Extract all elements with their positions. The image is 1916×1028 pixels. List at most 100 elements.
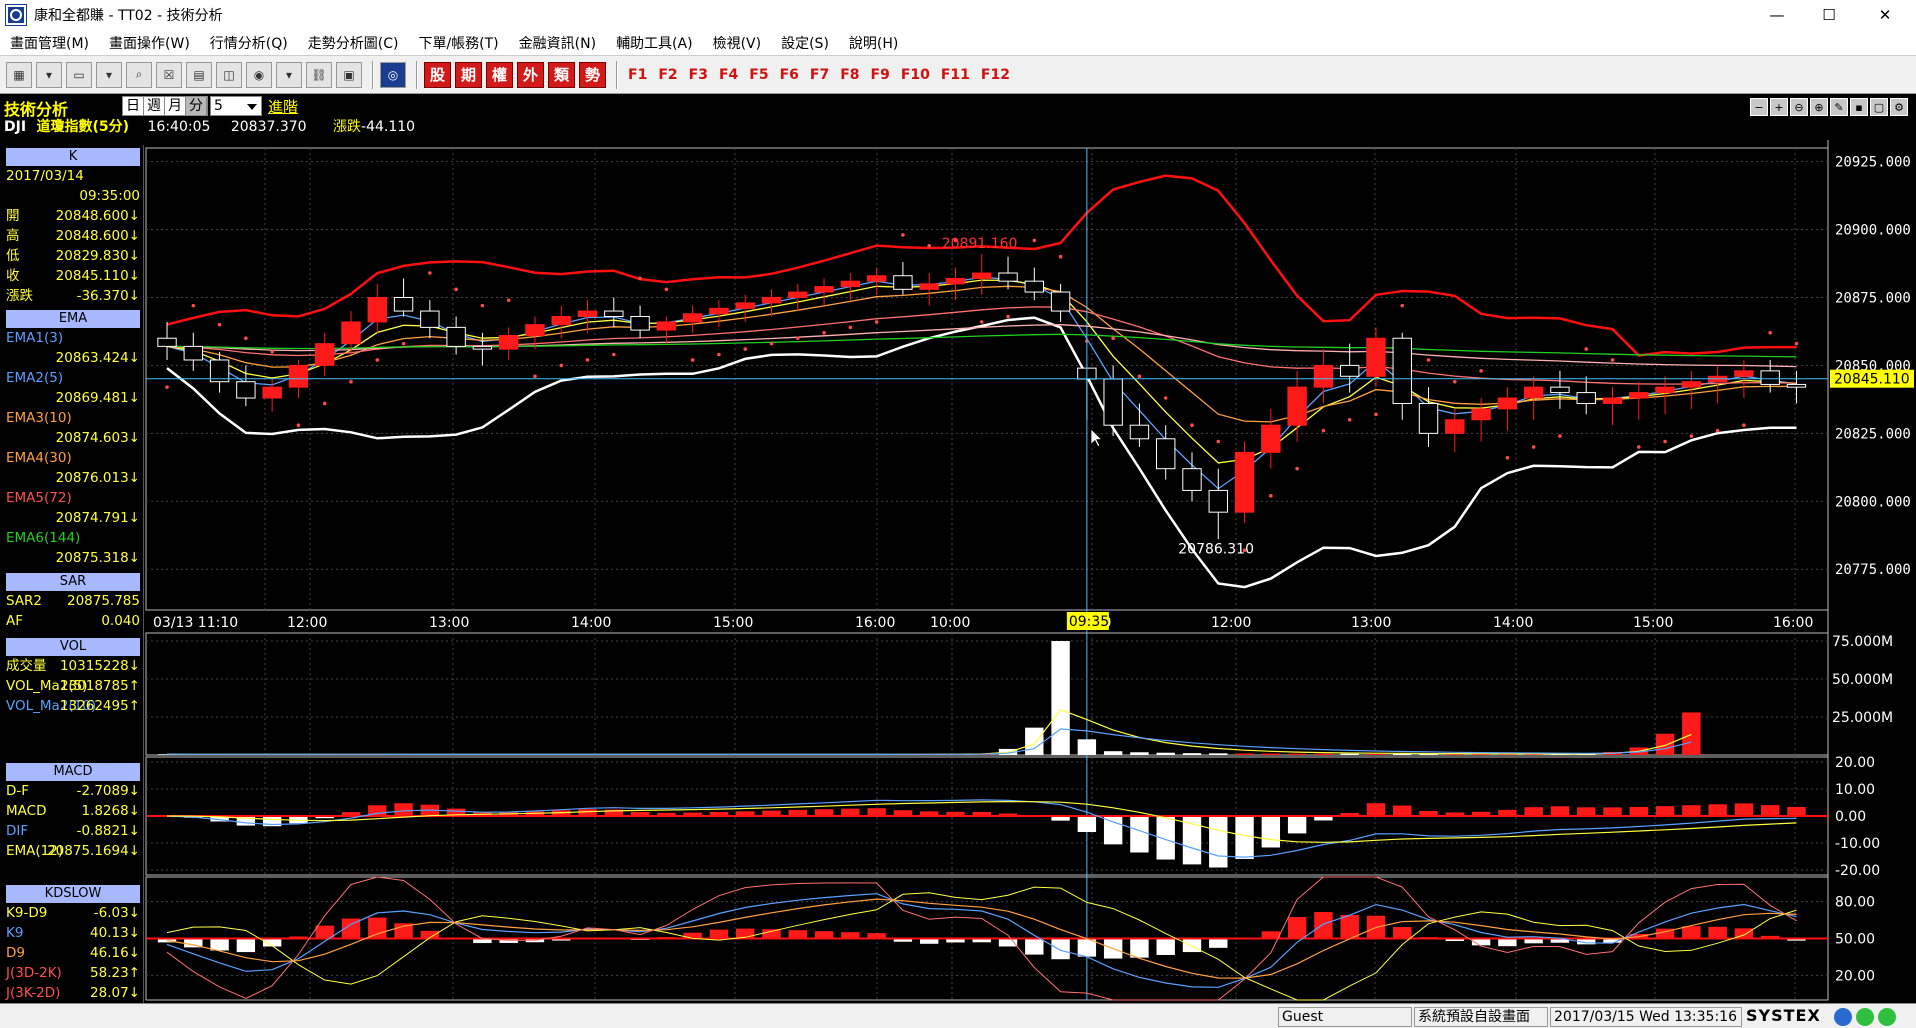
function-key-f12[interactable]: F12 <box>981 67 1010 83</box>
magnify-plus-icon[interactable]: ⊕ <box>1810 98 1828 116</box>
kd-histogram-bar <box>1051 938 1070 960</box>
systex-icon[interactable]: ◎ <box>380 61 406 88</box>
candle-body <box>1497 397 1518 410</box>
sar-dot <box>428 271 432 275</box>
zoom-in-icon[interactable]: + <box>1770 98 1788 116</box>
maximize-button[interactable]: ☐ <box>1806 0 1852 30</box>
menu-item[interactable]: 畫面管理(M) <box>0 33 99 53</box>
draw-icon[interactable]: ✎ <box>1830 98 1848 116</box>
volume-bar <box>1182 753 1202 755</box>
cursor-price-label: 20845.110 <box>1834 372 1910 388</box>
market-button[interactable]: 權 <box>486 61 513 88</box>
chart-window-icon[interactable]: ▣ <box>336 61 362 88</box>
kd-histogram-bar <box>1708 926 1727 939</box>
settings-icon[interactable]: ⚙ <box>1890 98 1908 116</box>
advanced-link[interactable]: 進階 <box>268 96 298 117</box>
function-key-f8[interactable]: F8 <box>840 67 859 83</box>
period-value-select[interactable]: 5 <box>210 96 262 116</box>
link-icon[interactable]: ⛓ <box>306 61 332 88</box>
kd-histogram-bar <box>1156 938 1175 955</box>
function-key-f1[interactable]: F1 <box>628 67 647 83</box>
market-button[interactable]: 外 <box>517 61 544 88</box>
menu-item[interactable]: 檢視(V) <box>703 33 772 53</box>
sar-dot <box>1558 434 1562 438</box>
title-bar: 康和全都賺 - TT02 - 技術分析 — ☐ ✕ <box>0 0 1916 30</box>
kd-histogram-bar <box>1314 912 1333 939</box>
period-tab[interactable]: 日 <box>123 97 144 115</box>
save-icon[interactable]: ▪ <box>1850 98 1868 116</box>
function-key-f4[interactable]: F4 <box>719 67 738 83</box>
menu-item[interactable]: 行情分析(Q) <box>200 33 298 53</box>
function-key-f11[interactable]: F11 <box>941 67 970 83</box>
kd-histogram-bar <box>1498 938 1517 947</box>
macd-histogram-bar <box>1734 803 1754 816</box>
function-key-f10[interactable]: F10 <box>901 67 930 83</box>
sar-dot <box>1058 254 1063 259</box>
volume-bar <box>1103 751 1123 755</box>
menu-item[interactable]: 畫面操作(W) <box>99 33 200 53</box>
menu-item[interactable]: 輔助工具(A) <box>606 33 703 53</box>
close-window-icon[interactable]: ☒ <box>156 61 182 88</box>
layout-icon[interactable]: ▦ <box>6 61 32 88</box>
market-button[interactable]: 股 <box>424 61 451 88</box>
split-icon[interactable]: ◫ <box>216 61 242 88</box>
sar-dot <box>822 331 826 335</box>
search-icon[interactable]: ⌕ <box>126 61 152 88</box>
high-price-label: 20891.160 <box>942 236 1018 252</box>
sar-dot <box>1400 303 1405 308</box>
time-tick: 03/13 11:10 <box>153 615 238 631</box>
function-key-f6[interactable]: F6 <box>780 67 799 83</box>
candle-body <box>1760 370 1780 385</box>
window-icon[interactable]: ▢ <box>1870 98 1888 116</box>
macd-histogram-bar <box>1603 807 1622 816</box>
function-key-f9[interactable]: F9 <box>871 67 890 83</box>
brand-logo: SYSTEX <box>1746 1006 1821 1025</box>
candle-body <box>1418 402 1439 434</box>
dropdown-icon[interactable]: ▾ <box>96 61 122 88</box>
candle-body <box>682 313 703 323</box>
coin-icon[interactable]: ◉ <box>246 61 272 88</box>
sar-dot <box>1794 341 1799 346</box>
monitor-icon[interactable]: ▭ <box>66 61 92 88</box>
menu-item[interactable]: 走勢分析圖(C) <box>298 33 409 53</box>
kd-histogram-bar <box>762 929 781 939</box>
zoom-out-icon[interactable]: − <box>1750 98 1768 116</box>
candle-body <box>1129 424 1150 440</box>
function-key-f7[interactable]: F7 <box>810 67 829 83</box>
sar-dot <box>1216 439 1221 444</box>
function-key-f2[interactable]: F2 <box>658 67 677 83</box>
candle-body <box>866 275 887 282</box>
macd-tick: 10.00 <box>1835 782 1875 798</box>
network-icon[interactable] <box>1834 1008 1852 1026</box>
sar-dot <box>612 352 616 357</box>
period-tab[interactable]: 月 <box>165 97 186 115</box>
period-tab[interactable]: 週 <box>144 97 165 115</box>
macd-tick: -20.00 <box>1835 863 1880 879</box>
sar-dot <box>1715 428 1720 433</box>
function-key-f3[interactable]: F3 <box>689 67 708 83</box>
minimize-button[interactable]: — <box>1754 0 1800 30</box>
magnify-minus-icon[interactable]: ⊖ <box>1790 98 1808 116</box>
menu-item[interactable]: 下單/帳務(T) <box>408 33 508 53</box>
candle-body <box>420 310 440 328</box>
market-button[interactable]: 期 <box>455 61 482 88</box>
macd-histogram-bar <box>1287 816 1307 834</box>
dropdown-icon[interactable]: ▾ <box>276 61 302 88</box>
function-key-f5[interactable]: F5 <box>749 67 768 83</box>
sar-dot <box>638 276 642 281</box>
market-button[interactable]: 類 <box>548 61 575 88</box>
tile-icon[interactable]: ▤ <box>186 61 212 88</box>
menu-item[interactable]: 說明(H) <box>839 33 908 53</box>
menu-item[interactable]: 設定(S) <box>771 33 839 53</box>
chart-header: 技術分析 日週月分 5 進階 DJI 道瓊指數(5分) 16:40:05 208… <box>0 94 1916 140</box>
dropdown-icon[interactable]: ▾ <box>36 61 62 88</box>
volume-ma2-line <box>166 728 1692 755</box>
candle-body <box>236 381 256 399</box>
chart-area[interactable]: 20925.00020900.00020875.00020850.0002082… <box>0 140 1916 1003</box>
quote-price: 20837.370 <box>230 119 307 135</box>
period-tab[interactable]: 分 <box>186 97 207 115</box>
menu-item[interactable]: 金融資訊(N) <box>509 33 606 53</box>
close-button[interactable]: ✕ <box>1862 0 1908 30</box>
market-button[interactable]: 勢 <box>579 61 606 88</box>
kd-histogram-bar <box>1209 938 1228 948</box>
